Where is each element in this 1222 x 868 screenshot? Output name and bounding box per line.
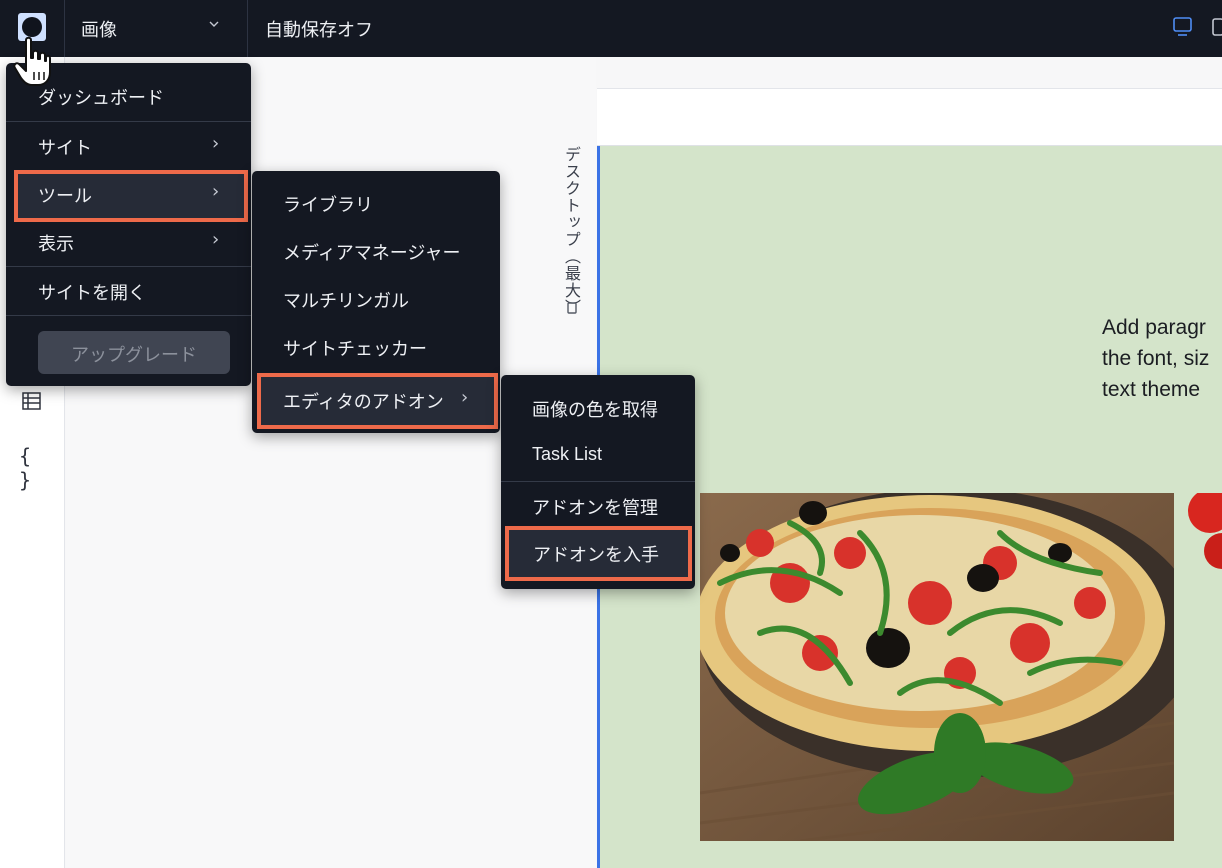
page-selector-label: 画像 xyxy=(81,20,117,41)
chevron-right-icon: › xyxy=(212,229,220,250)
menu-item-label: アドオンを管理 xyxy=(532,498,658,519)
cms-table-icon[interactable] xyxy=(21,390,45,414)
menu-divider xyxy=(6,315,251,316)
upgrade-button-label: アップグレード xyxy=(71,345,197,366)
editor-main-menu: ダッシュボード サイト › ツール › 表示 › サイトを開く アップグレード xyxy=(6,63,251,386)
menu-item-label: サイトを開く xyxy=(38,283,146,304)
menu-item-label: メディアマネージャー xyxy=(283,243,461,264)
addon-item-get-addons[interactable]: アドオンを入手 xyxy=(505,526,692,581)
paragraph-line: the font, siz xyxy=(1102,347,1210,370)
addons-submenu: 画像の色を取得 Task List アドオンを管理 アドオンを入手 xyxy=(501,375,695,589)
tools-submenu: ライブラリ メディアマネージャー マルチリンガル サイトチェッカー エディタのア… xyxy=(252,171,500,433)
mobile-view-icon[interactable] xyxy=(1212,17,1222,37)
submenu-item-multilingual[interactable]: マルチリンガル xyxy=(252,275,500,323)
menu-item-label: Task List xyxy=(532,444,603,464)
desktop-view-icon[interactable] xyxy=(1172,17,1194,37)
submenu-item-library[interactable]: ライブラリ xyxy=(252,179,500,227)
addon-item-manage-addons[interactable]: アドオンを管理 xyxy=(501,482,695,530)
submenu-item-site-checker[interactable]: サイトチェッカー xyxy=(252,323,500,371)
page-selector[interactable]: 画像 xyxy=(65,0,248,57)
submenu-item-editor-addons[interactable]: エディタのアドオン › xyxy=(257,373,498,429)
autosave-status: 自動保存オフ xyxy=(265,20,373,41)
menu-item-label: アドオンを入手 xyxy=(533,545,659,566)
menu-item-label: マルチリンガル xyxy=(283,291,409,312)
chevron-right-icon: › xyxy=(461,387,469,408)
code-braces-icon[interactable]: { } xyxy=(19,444,43,492)
top-bar: 画像 自動保存オフ xyxy=(0,0,1222,57)
paragraph-line: Add paragr xyxy=(1102,316,1206,339)
tomato-image-edge xyxy=(1180,489,1222,573)
hand-cursor-icon xyxy=(12,36,52,88)
menu-item-view[interactable]: 表示 › xyxy=(6,218,251,266)
addon-item-task-list[interactable]: Task List xyxy=(501,432,695,480)
chevron-down-icon xyxy=(209,17,219,31)
breakpoint-label: デスクトップ（最大） xyxy=(562,146,581,316)
menu-item-label: サイトチェッカー xyxy=(283,339,427,360)
menu-item-label: ツール xyxy=(38,186,92,207)
menu-item-open-site[interactable]: サイトを開く xyxy=(6,267,251,315)
chevron-right-icon: › xyxy=(212,133,220,154)
menu-item-label: 表示 xyxy=(38,234,74,255)
menu-item-label: エディタのアドオン xyxy=(283,392,444,413)
chevron-right-icon: › xyxy=(212,181,220,202)
menu-item-label: サイト xyxy=(38,138,92,159)
site-header-section[interactable] xyxy=(597,88,1222,146)
addon-item-get-image-colors[interactable]: 画像の色を取得 xyxy=(501,384,695,432)
pizza-image[interactable] xyxy=(700,493,1174,841)
menu-item-label: ライブラリ xyxy=(283,195,373,216)
upgrade-button[interactable]: アップグレード xyxy=(38,331,230,374)
breakpoint-device-icon xyxy=(567,300,579,314)
menu-item-tools[interactable]: ツール › xyxy=(14,170,248,222)
menu-item-label: 画像の色を取得 xyxy=(532,400,658,421)
submenu-item-media-manager[interactable]: メディアマネージャー xyxy=(252,227,500,275)
paragraph-line: text theme xyxy=(1102,378,1201,401)
paragraph-text[interactable]: Add paragr the font, siz text theme xyxy=(1102,312,1209,405)
menu-item-label: ダッシュボード xyxy=(38,88,164,109)
menu-item-site[interactable]: サイト › xyxy=(6,122,251,170)
